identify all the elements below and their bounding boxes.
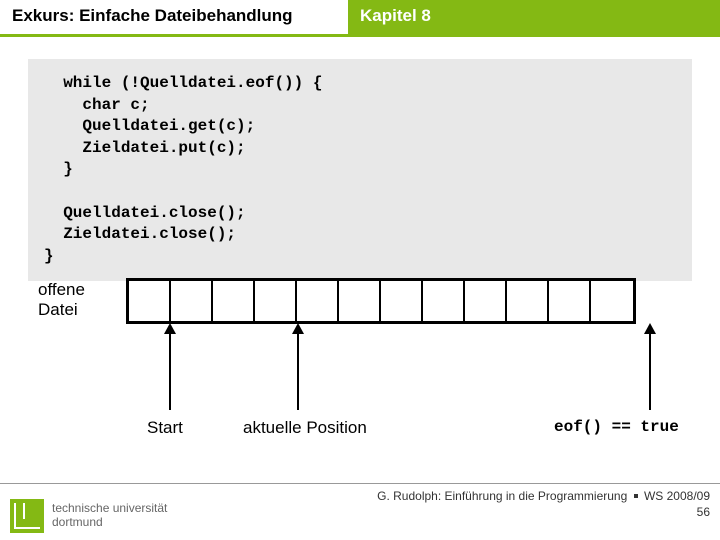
footer-author-course: G. Rudolph: Einführung in die Programmie…: [377, 489, 627, 503]
code-snippet: while (!Quelldatei.eof()) { char c; Quel…: [28, 59, 692, 281]
footer-semester: WS 2008/09: [644, 489, 710, 503]
file-cell: [549, 281, 591, 321]
logo-text: technische universität dortmund: [52, 502, 167, 530]
file-cell: [171, 281, 213, 321]
file-cell: [507, 281, 549, 321]
file-cell: [423, 281, 465, 321]
diagram-label: offene Datei: [38, 280, 85, 321]
file-cell: [381, 281, 423, 321]
university-logo: technische universität dortmund: [10, 499, 167, 533]
arrow-eof: [649, 332, 651, 410]
logo-line1: technische universität: [52, 501, 167, 515]
footer-page: 56: [697, 505, 710, 519]
file-cell: [213, 281, 255, 321]
file-cell: [591, 281, 633, 321]
caption-current: aktuelle Position: [243, 418, 367, 438]
caption-eof: eof() == true: [554, 418, 679, 436]
slide-header: Exkurs: Einfache Dateibehandlung Kapitel…: [0, 0, 720, 34]
header-accent-bar: [0, 34, 720, 37]
file-cell: [339, 281, 381, 321]
arrow-current: [297, 332, 299, 410]
file-cell: [129, 281, 171, 321]
diagram-label-line1: offene: [38, 280, 85, 299]
file-cell: [297, 281, 339, 321]
footer-text: G. Rudolph: Einführung in die Programmie…: [377, 488, 710, 520]
file-cell: [465, 281, 507, 321]
bullet-icon: [634, 494, 638, 498]
caption-start: Start: [147, 418, 183, 438]
tu-logo-icon: [10, 499, 44, 533]
file-cell: [255, 281, 297, 321]
arrow-start: [169, 332, 171, 410]
file-cells: [126, 278, 636, 324]
logo-line2: dortmund: [52, 515, 103, 529]
diagram-label-line2: Datei: [38, 300, 78, 319]
footer-divider: [0, 483, 720, 484]
header-title-right: Kapitel 8: [348, 0, 720, 34]
header-title-left: Exkurs: Einfache Dateibehandlung: [0, 0, 346, 34]
